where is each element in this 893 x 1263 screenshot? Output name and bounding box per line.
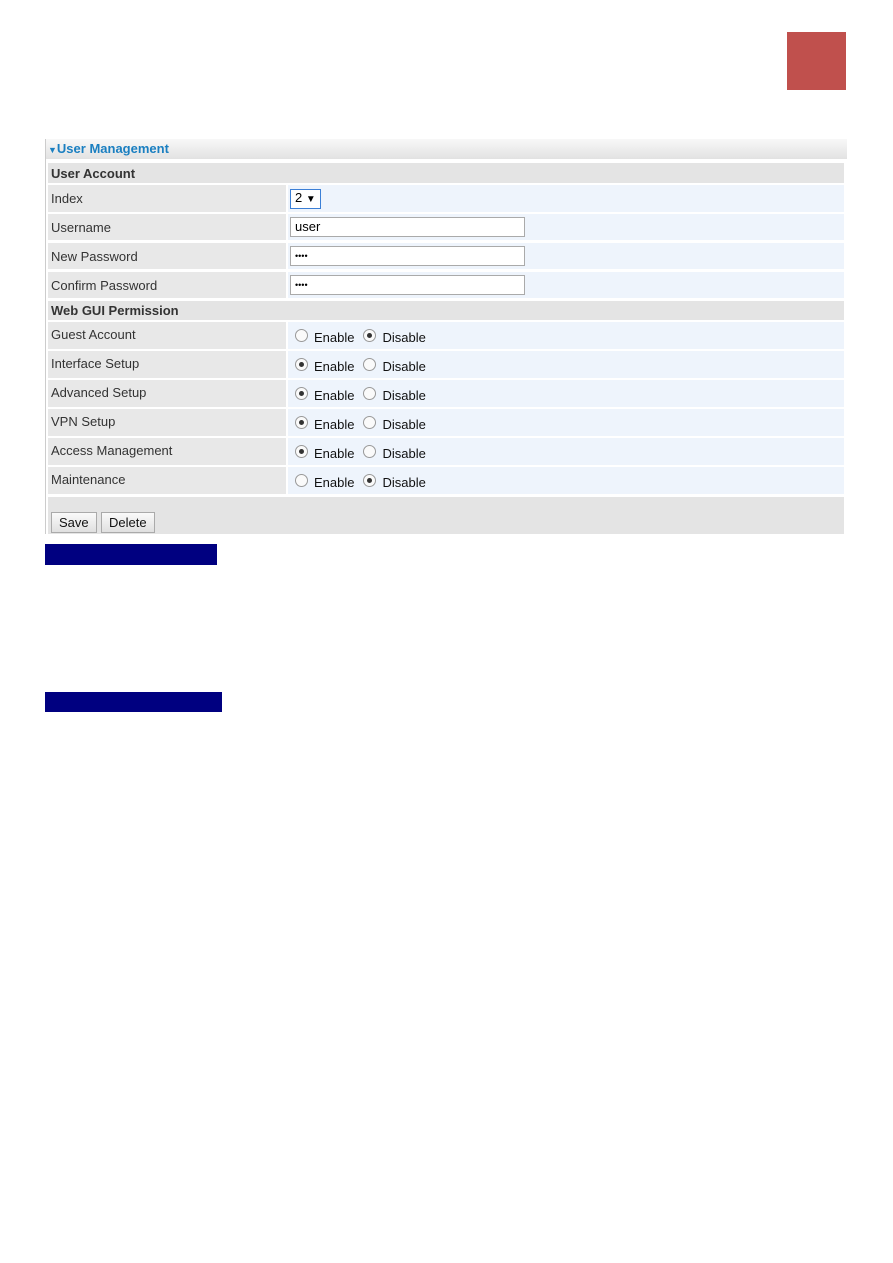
permission-row: Interface Setup Enable Disable — [48, 351, 844, 378]
new-password-row: New Password •••• — [48, 243, 844, 269]
index-label: Index — [48, 185, 286, 212]
section-user-account: User Account — [48, 163, 844, 183]
disable-label: Disable — [382, 475, 426, 490]
confirm-password-row: Confirm Password •••• — [48, 272, 844, 298]
enable-label: Enable — [314, 359, 355, 374]
section-heading-bar — [45, 544, 217, 565]
section-heading-bar — [45, 692, 222, 712]
permission-row: Guest Account Enable Disable — [48, 322, 844, 349]
delete-button[interactable]: Delete — [101, 512, 155, 533]
disable-label: Disable — [382, 330, 426, 345]
user-management-panel: ▼User Management User Account Index 2 ▼ … — [45, 139, 847, 534]
permission-row: VPN Setup Enable Disable — [48, 409, 844, 436]
enable-radio[interactable] — [295, 329, 308, 342]
panel-header[interactable]: ▼User Management — [46, 139, 847, 159]
permission-label: Maintenance — [48, 467, 286, 494]
new-password-label: New Password — [48, 243, 286, 269]
disable-radio[interactable] — [363, 416, 377, 429]
enable-radio[interactable] — [295, 358, 308, 371]
index-select[interactable]: 2 ▼ — [290, 188, 321, 209]
enable-label: Enable — [314, 475, 355, 490]
disable-radio[interactable] — [363, 329, 377, 342]
panel-title: User Management — [56, 141, 169, 156]
disable-radio[interactable] — [363, 358, 377, 371]
enable-radio[interactable] — [295, 445, 308, 458]
disable-radio[interactable] — [363, 474, 377, 487]
confirm-password-label: Confirm Password — [48, 272, 286, 298]
disable-label: Disable — [382, 446, 426, 461]
triangle-down-icon: ▼ — [48, 145, 57, 155]
enable-radio[interactable] — [295, 416, 308, 429]
chevron-down-icon: ▼ — [305, 193, 316, 205]
disable-label: Disable — [382, 359, 426, 374]
permission-label: Access Management — [48, 438, 286, 465]
button-bar: Save Delete — [48, 497, 844, 534]
username-label: Username — [48, 214, 286, 240]
confirm-password-input[interactable]: •••• — [290, 275, 525, 295]
new-password-input[interactable]: •••• — [290, 246, 525, 266]
permission-label: Guest Account — [48, 322, 286, 349]
section-web-gui-permission: Web GUI Permission — [48, 301, 844, 320]
enable-label: Enable — [314, 446, 355, 461]
permission-row: Maintenance Enable Disable — [48, 467, 844, 494]
index-value: 2 — [295, 189, 303, 205]
username-row: Username user — [48, 214, 844, 240]
save-button[interactable]: Save — [51, 512, 97, 533]
corner-tab-marker — [787, 32, 846, 90]
enable-label: Enable — [314, 330, 355, 345]
permission-label: VPN Setup — [48, 409, 286, 436]
permission-row: Access Management Enable Disable — [48, 438, 844, 465]
disable-radio[interactable] — [363, 387, 377, 400]
disable-radio[interactable] — [363, 445, 377, 458]
enable-radio[interactable] — [295, 387, 308, 400]
enable-label: Enable — [314, 388, 355, 403]
index-row: Index 2 ▼ — [48, 185, 844, 212]
permission-row: Advanced Setup Enable Disable — [48, 380, 844, 407]
disable-label: Disable — [382, 388, 426, 403]
enable-radio[interactable] — [295, 474, 308, 487]
enable-label: Enable — [314, 417, 355, 432]
permission-label: Interface Setup — [48, 351, 286, 378]
permission-label: Advanced Setup — [48, 380, 286, 407]
username-input[interactable]: user — [290, 217, 525, 237]
disable-label: Disable — [382, 417, 426, 432]
